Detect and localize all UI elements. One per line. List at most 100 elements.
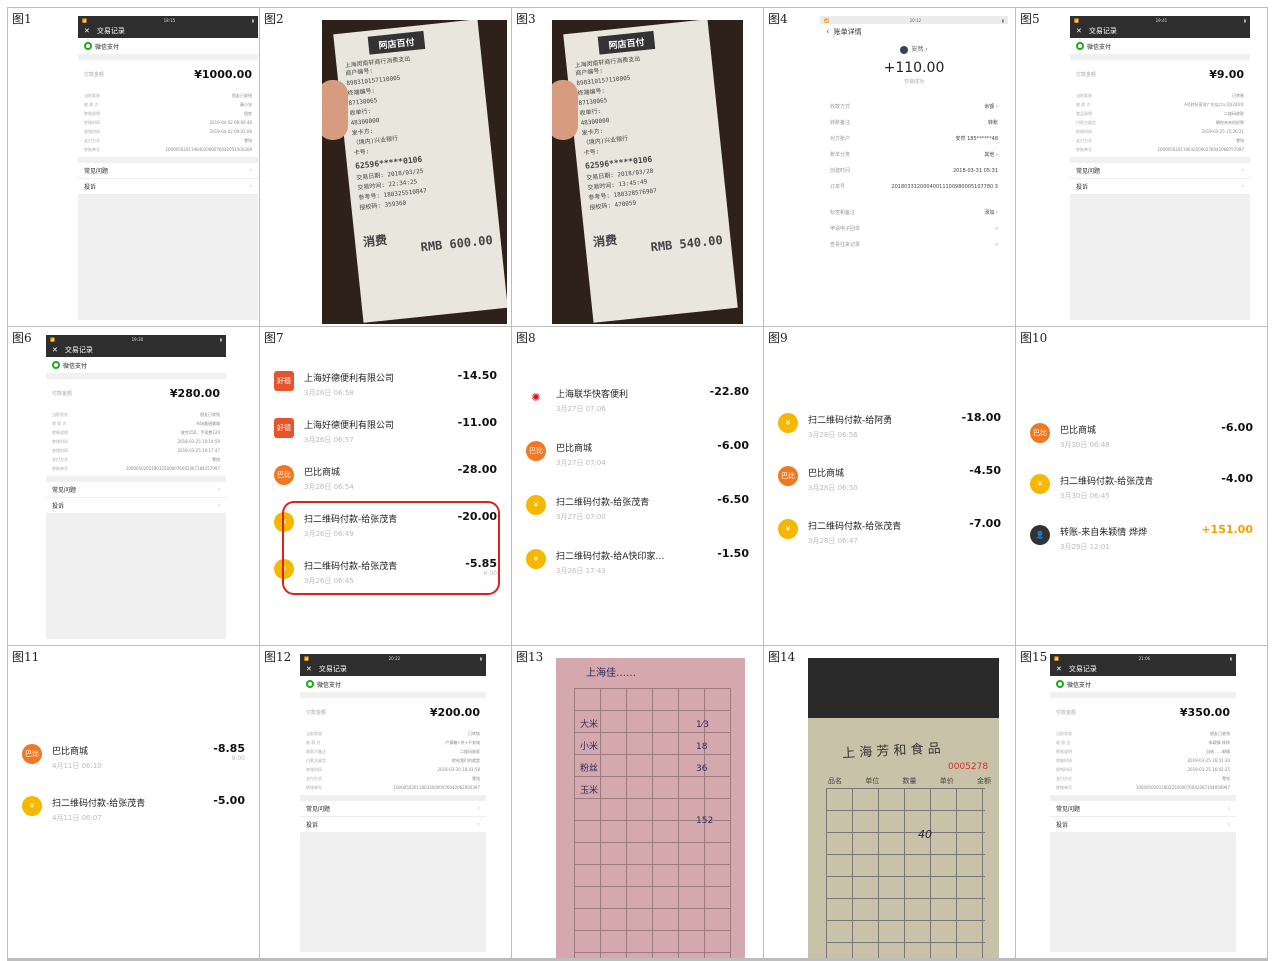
detail-row: 当前状态 朋友已收钱 xyxy=(1056,729,1230,738)
detail-value: 零钱 xyxy=(1236,137,1244,143)
close-icon[interactable]: ✕ xyxy=(1076,27,1082,35)
detail-label: 账单分类 xyxy=(830,152,851,158)
bill-item-date: 3月28日 06:47 xyxy=(808,537,858,545)
bill-item[interactable]: ✺ 上海联华快客便利 3月27日 07:06 -22.80 xyxy=(526,383,749,429)
close-icon[interactable]: ✕ xyxy=(52,346,58,354)
bill-item-date: 3月30日 06:45 xyxy=(1060,492,1110,500)
figure-label: 图12 xyxy=(264,650,292,664)
faq-item[interactable]: 常见问题 › xyxy=(1070,163,1250,179)
faq-item[interactable]: 常见问题 › xyxy=(46,482,226,498)
receipt-photo: 阿店百付 上海闵南轩商行消费支出 商户编号: 898310157110005 终端编号:… xyxy=(322,20,507,324)
detail-value: 自结……邮情 xyxy=(1206,748,1230,754)
close-icon[interactable]: ✕ xyxy=(306,665,312,673)
detail-value: 藤小冰 xyxy=(240,101,252,107)
bill-item[interactable]: ¥ 扫二维码付款-给张茂青 3月30日 06:45 -4.00 xyxy=(1030,470,1253,516)
detail-value: 二维码收款 xyxy=(1224,110,1244,116)
bill-item[interactable]: ¥ 扫二维码付款-给阿勇 3月28日 06:56 -18.00 xyxy=(778,409,1001,455)
chevron-right-icon: › xyxy=(1241,183,1244,190)
avatar xyxy=(900,45,909,54)
detail-label: 当前状态 xyxy=(1076,92,1092,98)
bill-item-name: 上海联华快客便利 xyxy=(556,390,629,400)
bill-item[interactable]: 巴比 巴比商城 4月11日 06:10 -8.85 9.00 xyxy=(22,740,245,786)
bill-detail-row[interactable]: 收款方式 余额 › xyxy=(820,99,1008,115)
complain-item[interactable]: 投诉 › xyxy=(46,498,226,514)
detail-row: 收钱时间 2019-04-02 09:02:06 xyxy=(84,127,252,136)
bill-detail-row[interactable]: 查看往来记录 › xyxy=(820,237,1008,253)
bill-item[interactable]: 巴比 巴比商城 3月27日 07:04 -6.00 xyxy=(526,437,749,483)
detail-label: 收钱时间 xyxy=(84,128,100,134)
figure-label: 图9 xyxy=(768,331,788,345)
bill-item-date: 3月26日 06:57 xyxy=(304,436,354,444)
complain-item[interactable]: 投诉 › xyxy=(1070,179,1250,195)
detail-value: 余额 › xyxy=(984,104,998,110)
bill-item[interactable]: ¥ 扫二维码付款-给张茂青 3月27日 07:00 -6.50 xyxy=(526,491,749,537)
detail-row: 转账单号 1000050201190325000276042068757097 xyxy=(1076,145,1244,154)
detail-value: 零钱 xyxy=(1222,775,1230,781)
figure-1: 图1 📶 18:15 ▮ ✕ 交易记录 微信支付 付款金额 ¥1000.00 当前状态 朋… xyxy=(8,8,259,326)
page-title: 交易记录 xyxy=(96,27,125,35)
title-bar: ✕ 交易记录 xyxy=(300,662,486,676)
bill-item-info: 上海好德便利有限公司 3月26日 06:58 xyxy=(304,367,458,398)
detail-label: 当前状态 xyxy=(306,730,322,736)
close-icon[interactable]: ✕ xyxy=(1056,665,1062,673)
bill-item-amount-box: +151.00 xyxy=(1201,521,1253,536)
chevron-right-icon: › xyxy=(477,821,480,828)
faq-item[interactable]: 常见问题 › xyxy=(300,801,486,817)
bill-detail-row[interactable]: 标签和备注 添加 › xyxy=(820,205,1008,221)
bill-detail-row: 创建时间 2018-03-31 05:31 xyxy=(820,163,1008,179)
invoice-note: 40 xyxy=(918,828,932,841)
handwritten-invoice-photo: 上海佳…… 大米 小米 粉丝 玉米 1⁄3 18 36 152 xyxy=(556,658,745,958)
bill-item[interactable]: 好德 上海好德便利有限公司 3月26日 06:58 -14.50 xyxy=(274,367,497,413)
bill-detail-row[interactable]: 申请电子回单 › xyxy=(820,221,1008,237)
bill-item[interactable]: ¥ 扫二维码付款-给张茂青 4月11日 06:07 -5.00 xyxy=(22,792,245,838)
detail-value: 收完150，手续费120 xyxy=(180,429,220,435)
qr-pay-icon: ¥ xyxy=(526,549,546,569)
close-icon[interactable]: ✕ xyxy=(84,27,90,35)
back-icon[interactable]: ‹ xyxy=(826,27,830,37)
amount-row: 付款金额 ¥1000.00 xyxy=(78,60,258,88)
faq-item[interactable]: 常见问题 › xyxy=(78,163,258,179)
detail-label: 标签和备注 xyxy=(830,210,856,216)
bill-item-name: 扫二维码付款-给阿勇 xyxy=(808,416,893,426)
detail-label: 当前状态 xyxy=(52,411,68,417)
faq-item[interactable]: 常见问题 › xyxy=(1050,801,1236,817)
figure-label: 图2 xyxy=(264,12,284,26)
highlight-box xyxy=(282,501,500,595)
thumb xyxy=(552,80,578,140)
figure-6: 图6 📶 19:30 ▮ ✕ 交易记录 微信支付 付款金额 ¥280.00 当前状态 朋友… xyxy=(8,327,259,645)
menu: 常见问题 › 投诉 › xyxy=(1050,801,1236,833)
detail-list: 当前状态 朋友已收钱收 款 方 藤小冰 转账说明 租房 转账时间 2019-04-02 09… xyxy=(78,88,258,157)
bill-item[interactable]: ¥ 扫二维码付款-给A快印家… 3月26日 17:43 -1.50 xyxy=(526,545,749,591)
figure-label: 图5 xyxy=(1020,12,1040,26)
bill-detail-row[interactable]: 账单分类 其他 › xyxy=(820,147,1008,163)
detail-value: 转给我们的就是 xyxy=(452,757,480,763)
detail-label: 对方账户 xyxy=(830,136,851,142)
complain-item[interactable]: 投诉 › xyxy=(300,817,486,833)
bill-item[interactable]: ¥ 扫二维码付款-给张茂青 3月28日 06:47 -7.00 xyxy=(778,515,1001,561)
invoice-title: 上 海 芳 和 食 品 xyxy=(841,741,942,762)
complain-item[interactable]: 投诉 › xyxy=(1050,817,1236,833)
bill-detail-row: 对方账户 安然 185******48 xyxy=(820,131,1008,147)
bill-item-date: 3月26日 06:54 xyxy=(304,483,354,491)
detail-label: 收 款 方 xyxy=(1076,101,1091,107)
detail-value: 2019-03-25 16:42:25 xyxy=(1187,767,1230,772)
bill-item-amount-box: -18.00 xyxy=(962,409,1001,424)
complain-item[interactable]: 投诉 › xyxy=(78,179,258,195)
detail-row: 收款方备注 二维码收款 xyxy=(306,747,480,756)
babi-logo-icon: 巴比 xyxy=(22,744,42,764)
bill-item[interactable]: 巴比 巴比商城 3月28日 06:50 -4.50 xyxy=(778,462,1001,508)
detail-label: 收款方备注 xyxy=(306,748,326,754)
detail-value: 2019-03-25 15:26:21 xyxy=(1201,129,1244,134)
bill-item-name: 扫二维码付款-给A快印家… xyxy=(556,552,665,562)
detail-value: 市场美甜美城 xyxy=(196,420,220,426)
bill-item-info: 转账-来自朱颖情 烨烨 3月29日 12:01 xyxy=(1060,521,1201,552)
detail-row: 当前状态 朋友已收钱 xyxy=(84,91,252,100)
bill-item[interactable]: 好德 上海好德便利有限公司 3月26日 06:57 -11.00 xyxy=(274,414,497,460)
bill-detail-screen: 📶 20:12 ▮ ‹ 账单详情 安然 › +110.00 交易成功 收款方式 余额 ›… xyxy=(820,16,1008,322)
bill-item-amount: -18.00 xyxy=(961,411,1001,424)
bill-item[interactable]: 巴比 巴比商城 3月30日 06:48 -6.00 xyxy=(1030,419,1253,465)
bill-item[interactable]: 👤 转账-来自朱颖情 烨烨 3月29日 12:01 +151.00 xyxy=(1030,521,1253,567)
detail-row: 支付方式 零钱 xyxy=(84,136,252,145)
bill-item-amount: -14.50 xyxy=(457,369,497,382)
detail-label: 转账单号 xyxy=(84,146,100,152)
